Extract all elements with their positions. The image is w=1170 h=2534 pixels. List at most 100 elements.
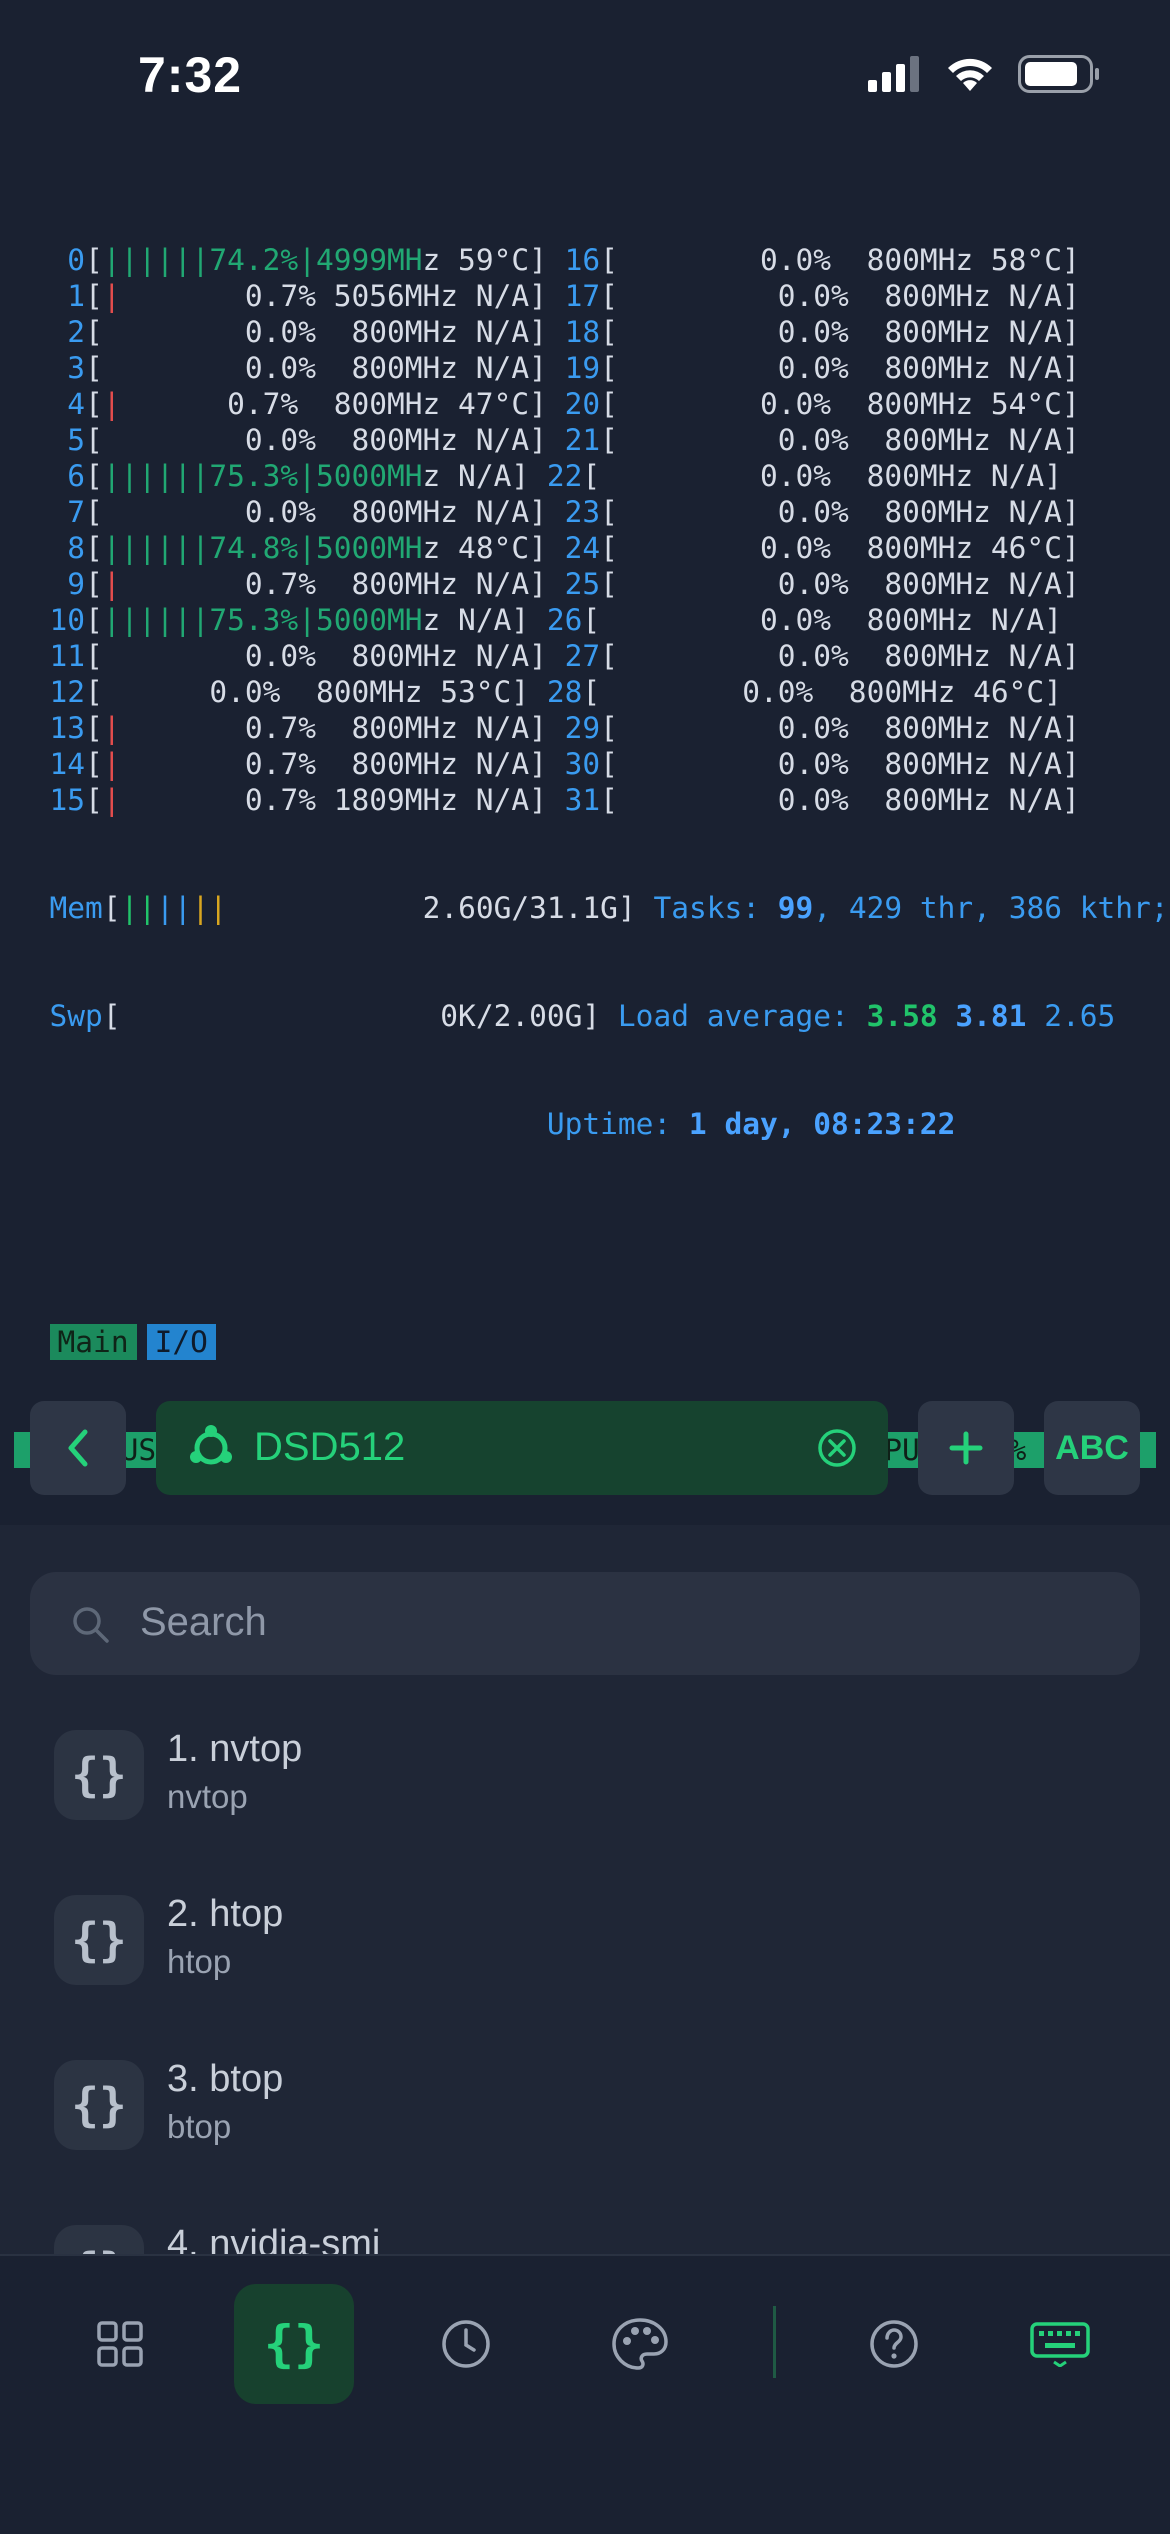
cpu-index: 20: [564, 387, 601, 421]
cpu-index: 23: [564, 495, 601, 529]
cpu-index: 13: [49, 711, 86, 745]
cpu-index: 21: [564, 423, 601, 457]
plus-icon: [949, 1431, 983, 1465]
help-icon: [870, 2320, 918, 2368]
cpu-index: 26: [546, 603, 583, 637]
cpu-stats: 0.0% 800MHz N/A: [617, 315, 1062, 349]
cpu-bar: ||||||75.3%|5000MH: [102, 603, 423, 637]
cpu-index: 3: [49, 351, 86, 385]
cpu-stats: 0.7% 5056MHz N/A: [120, 279, 530, 313]
snippets-panel: Search {} 1. nvtop nvtop {} 2. htop htop…: [0, 1525, 1170, 2255]
snippet-command: btop: [167, 2108, 232, 2145]
nav-grid-button[interactable]: [60, 2284, 180, 2404]
add-button[interactable]: [918, 1401, 1014, 1495]
cpu-stats: 0.0% 800MHz 53°C: [102, 675, 512, 709]
back-button[interactable]: [30, 1401, 126, 1495]
nav-keyboard-button[interactable]: [1000, 2284, 1120, 2404]
cpu-meter-row: 15[| 0.7% 1809MHz N/A] 31[ 0.0% 800MHz N…: [49, 783, 1080, 817]
keyboard-icon: [1030, 2322, 1090, 2367]
snippet-item[interactable]: {} 4. nvidia-smi: [54, 2223, 1114, 2255]
cpu-index: 28: [546, 675, 583, 709]
keyboard-mode-button[interactable]: ABC: [1044, 1401, 1140, 1495]
cpu-stats: 0.0% 800MHz N/A: [617, 639, 1062, 673]
cpu-stats: 0.0% 800MHz N/A: [102, 351, 530, 385]
cpu-stats: z 48°C: [422, 531, 530, 565]
palette-icon: [612, 2318, 668, 2370]
cpu-meter-row: 5[ 0.0% 800MHz N/A] 21[ 0.0% 800MHz N/A]: [49, 423, 1080, 457]
cpu-stats: 0.0% 800MHz N/A: [617, 747, 1062, 781]
swap-line: Swp[ 0K/2.00G] Load average: 3.58 3.81 2…: [49, 999, 1116, 1033]
cpu-index: 30: [564, 747, 601, 781]
cpu-stats: 0.7% 800MHz N/A: [120, 747, 530, 781]
cpu-meter-row: 4[| 0.7% 800MHz 47°C] 20[ 0.0% 800MHz 54…: [49, 387, 1080, 421]
cpu-index: 24: [564, 531, 601, 565]
cpu-index: 17: [564, 279, 601, 313]
cpu-stats: 0.0% 800MHz N/A: [600, 603, 1045, 637]
snippet-item[interactable]: {} 2. htop htop: [54, 1893, 1114, 2035]
cpu-meter-row: 6[||||||75.3%|5000MHz N/A] 22[ 0.0% 800M…: [49, 459, 1062, 493]
tab-main[interactable]: Main: [49, 1324, 137, 1360]
cpu-stats: 0.0% 800MHz 46°C: [617, 531, 1062, 565]
cpu-stats: z 59°C: [422, 243, 530, 277]
cpu-index: 0: [49, 243, 86, 277]
cpu-stats: 0.0% 800MHz N/A: [617, 783, 1062, 817]
cpu-stats: 0.0% 800MHz N/A: [102, 495, 530, 529]
cpu-stats: z N/A: [422, 459, 512, 493]
terminal-screen[interactable]: 0[||||||74.2%|4999MHz 59°C] 16[ 0.0% 800…: [14, 170, 1169, 2007]
braces-icon: {}: [54, 1730, 144, 1820]
cpu-stats: 0.0% 800MHz 58°C: [617, 243, 1062, 277]
snippet-item[interactable]: {} 1. nvtop nvtop: [54, 1728, 1114, 1870]
snippet-item[interactable]: {} 3. btop btop: [54, 2058, 1114, 2200]
cpu-bar: |: [102, 747, 121, 781]
cpu-index: 25: [564, 567, 601, 601]
nav-snippets-button[interactable]: {}: [234, 2284, 354, 2404]
cpu-index: 4: [49, 387, 86, 421]
cellular-signal-icon: [868, 56, 919, 92]
snippet-command: nvtop: [167, 1778, 248, 1815]
bottom-navigation: {}: [0, 2254, 1170, 2534]
nav-help-button[interactable]: [834, 2284, 954, 2404]
braces-icon: {}: [54, 2060, 144, 2150]
tab-io[interactable]: I/O: [146, 1324, 216, 1360]
clock-icon: [442, 2320, 490, 2368]
cpu-stats: z N/A: [422, 603, 512, 637]
search-input[interactable]: Search: [30, 1572, 1140, 1675]
cpu-meter-row: 2[ 0.0% 800MHz N/A] 18[ 0.0% 800MHz N/A]: [49, 315, 1080, 349]
cpu-stats: 0.0% 800MHz N/A: [617, 567, 1062, 601]
braces-icon: {}: [54, 1895, 144, 1985]
braces-icon: {}: [263, 2315, 325, 2373]
cpu-meter-row: 7[ 0.0% 800MHz N/A] 23[ 0.0% 800MHz N/A]: [49, 495, 1080, 529]
cpu-index: 16: [564, 243, 601, 277]
cpu-index: 15: [49, 783, 86, 817]
cpu-index: 10: [49, 603, 86, 637]
host-selector[interactable]: DSD512: [156, 1401, 888, 1495]
nav-theme-button[interactable]: [580, 2284, 700, 2404]
status-icons: [868, 55, 1100, 93]
cpu-stats: 0.0% 800MHz 54°C: [617, 387, 1062, 421]
ubuntu-icon: [190, 1425, 232, 1465]
cpu-index: 1: [49, 279, 86, 313]
cpu-index: 9: [49, 567, 86, 601]
cpu-meter-row: 13[| 0.7% 800MHz N/A] 29[ 0.0% 800MHz N/…: [49, 711, 1080, 745]
cpu-index: 6: [49, 459, 86, 493]
cpu-meter-row: 0[||||||74.2%|4999MHz 59°C] 16[ 0.0% 800…: [49, 243, 1080, 277]
cpu-bar: |: [102, 711, 121, 745]
cpu-stats: 0.0% 800MHz N/A: [617, 495, 1062, 529]
search-placeholder: Search: [140, 1600, 267, 1644]
nav-history-button[interactable]: [406, 2284, 526, 2404]
cpu-stats: 0.0% 800MHz N/A: [617, 423, 1062, 457]
cpu-bar: |: [102, 387, 121, 421]
snippet-title: 2. htop: [167, 1893, 284, 1935]
cpu-index: 18: [564, 315, 601, 349]
cpu-stats: 0.7% 1809MHz N/A: [120, 783, 530, 817]
cpu-bar: |: [102, 279, 121, 313]
cpu-index: 19: [564, 351, 601, 385]
terminal-toolbar: DSD512 ABC: [0, 1385, 1170, 1525]
cpu-stats: 0.0% 800MHz N/A: [600, 459, 1045, 493]
status-time: 7:32: [138, 47, 243, 103]
clear-icon[interactable]: [816, 1427, 858, 1469]
cpu-bar: ||||||74.8%|5000MH: [102, 531, 423, 565]
uptime-line: Uptime: 1 day, 08:23:22: [546, 1107, 956, 1141]
cpu-stats: 0.0% 800MHz N/A: [102, 423, 530, 457]
cpu-meter-row: 11[ 0.0% 800MHz N/A] 27[ 0.0% 800MHz N/A…: [49, 639, 1080, 673]
